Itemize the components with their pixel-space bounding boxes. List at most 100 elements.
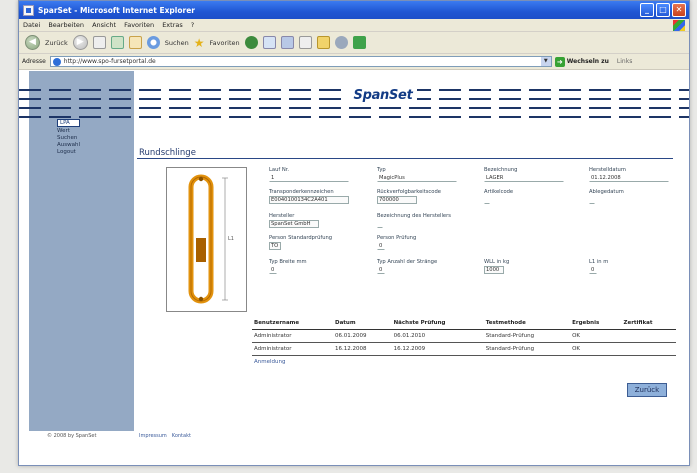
field-typ: Typ MagicPlus (377, 167, 457, 182)
ie-icon (23, 4, 34, 16)
menu-file[interactable]: Datei (23, 21, 40, 29)
field-value[interactable]: TO (269, 242, 281, 250)
menu-bar: Datei Bearbeiten Ansicht Favoriten Extra… (19, 19, 689, 32)
search-label[interactable]: Suchen (165, 39, 189, 47)
go-arrow-icon[interactable]: ➜ (554, 56, 565, 67)
links-button[interactable]: Links (617, 58, 632, 65)
field-label: Rückverfolgbarkeitscode (377, 189, 441, 195)
table-cell: Administrator (252, 342, 334, 356)
table-cell: Standard-Prüfung (483, 342, 571, 356)
go-button[interactable]: Wechseln zu (567, 58, 609, 65)
table-cell: 16.12.2008 (333, 342, 392, 356)
maximize-button[interactable]: □ (656, 3, 670, 17)
address-input[interactable]: http://www.spo-fursetportal.de ▼ (49, 56, 552, 67)
chevron-down-icon[interactable]: ▼ (540, 57, 551, 66)
copyright-text: © 2008 by SpanSet (47, 433, 97, 439)
field-value: 1 (269, 174, 349, 182)
table-cell: OK (570, 329, 622, 343)
minimize-button[interactable]: _ (640, 3, 654, 17)
field-value[interactable] (589, 196, 595, 204)
anmeldung-link[interactable]: Anmeldung (254, 359, 285, 365)
menu-edit[interactable]: Bearbeiten (48, 21, 84, 29)
field-label: Typ Breite mm (269, 259, 307, 265)
field-value[interactable]: 1000 (484, 266, 504, 274)
sling-dimension-label: L1 (228, 236, 234, 242)
favorites-label[interactable]: Favoriten (210, 39, 240, 47)
page-content: LPA Wert Suchen Auswahl Logout SpanSet R… (19, 71, 689, 465)
history-icon[interactable] (262, 36, 276, 49)
field-value: MagicPlus (377, 174, 457, 182)
table-cell: 16.12.2009 (391, 342, 484, 356)
back-arrow-icon[interactable]: ◀ (25, 35, 40, 50)
folder-icon[interactable] (316, 36, 330, 49)
footer-link-impressum[interactable]: Impressum (139, 433, 167, 439)
address-bar: Adresse http://www.spo-fursetportal.de ▼… (19, 54, 689, 70)
mail-icon[interactable] (280, 36, 294, 49)
field-person-pruefung: Person Prüfung 0 (377, 235, 457, 250)
field-value[interactable]: 700000 (377, 196, 417, 204)
address-url: http://www.spo-fursetportal.de (63, 58, 156, 65)
table-cell (621, 329, 676, 343)
header-dash-line-3 (19, 107, 689, 109)
field-status: Bezeichnung LAGER (484, 167, 564, 182)
column-header: Zertifikat (621, 317, 676, 330)
field-value[interactable] (484, 196, 490, 204)
field-rueckverfolgbarkeit: Rückverfolgbarkeitscode 700000 (377, 189, 457, 204)
menu-tools[interactable]: Extras (162, 21, 183, 29)
back-button[interactable]: Zurück (627, 383, 667, 397)
table-cell: 06.01.2010 (391, 329, 484, 343)
field-value[interactable]: E0040100134C2A401 (269, 196, 349, 204)
windows-flag-icon (673, 20, 685, 31)
menu-help[interactable]: ? (191, 21, 194, 29)
field-value[interactable]: 0 (269, 266, 277, 274)
plugin-icon[interactable] (352, 36, 366, 49)
sidebar: LPA Wert Suchen Auswahl Logout (29, 71, 134, 431)
address-label: Adresse (22, 58, 46, 65)
field-nennlaenge: Typ Anzahl der Stränge 0 (377, 259, 457, 274)
field-label: Herstelldatum (589, 167, 626, 173)
field-value[interactable]: 0 (377, 242, 385, 250)
favorites-star-icon[interactable]: ★ (194, 37, 205, 49)
title-divider (137, 158, 673, 159)
table-cell: 06.01.2009 (333, 329, 392, 343)
toolbar: ◀ Zurück ▶ Suchen ★ Favoriten (19, 32, 689, 54)
field-artikelcode: Artikelcode (484, 189, 564, 204)
field-value[interactable] (377, 220, 383, 228)
sidebar-item-wert[interactable]: Wert (57, 128, 80, 134)
print-icon[interactable] (298, 36, 312, 49)
field-tragkraft: Typ Breite mm 0 (269, 259, 349, 274)
sidebar-item-logout[interactable]: Logout (57, 149, 80, 155)
back-label[interactable]: Zurück (45, 39, 68, 47)
forward-arrow-icon[interactable]: ▶ (72, 35, 88, 50)
field-value[interactable]: SpanSet GmbH (269, 220, 319, 228)
field-value[interactable]: 0 (377, 266, 385, 274)
stop-icon[interactable] (92, 36, 106, 49)
column-header: Nächste Prüfung (391, 317, 484, 330)
field-transponder: Transponderkennzeichen E0040100134C2A401 (269, 189, 349, 204)
table-row[interactable]: Administrator 16.12.2008 16.12.2009 Stan… (252, 342, 676, 356)
search-icon[interactable] (146, 36, 160, 49)
sidebar-item-lpa[interactable]: LPA (57, 119, 80, 127)
table-row[interactable]: Administrator 06.01.2009 06.01.2010 Stan… (252, 329, 676, 343)
messenger-icon[interactable] (334, 36, 348, 49)
field-label: Person Standardprüfung (269, 235, 333, 241)
sidebar-item-suchen[interactable]: Suchen (57, 135, 80, 141)
media-icon[interactable] (244, 36, 258, 49)
footer-link-kontakt[interactable]: Kontakt (172, 433, 191, 439)
field-label: Typ Anzahl der Stränge (377, 259, 438, 265)
home-icon[interactable] (128, 36, 142, 49)
field-bezeichnung-hersteller: Bezeichnung des Herstellers (377, 213, 467, 228)
field-hersteller: Hersteller SpanSet GmbH (269, 213, 349, 228)
menu-favorites[interactable]: Favoriten (124, 21, 154, 29)
window-title: SparSet - Microsoft Internet Explorer (38, 5, 196, 15)
table-cell: OK (570, 342, 622, 356)
page-title: Rundschlinge (139, 148, 196, 158)
close-button[interactable]: ✕ (672, 3, 686, 17)
table-cell (621, 342, 676, 356)
field-value[interactable]: 0 (589, 266, 597, 274)
page-icon (52, 57, 61, 66)
sidebar-item-auswahl[interactable]: Auswahl (57, 142, 80, 148)
field-label: Lauf Nr. (269, 167, 290, 173)
menu-view[interactable]: Ansicht (92, 21, 116, 29)
refresh-icon[interactable] (110, 36, 124, 49)
